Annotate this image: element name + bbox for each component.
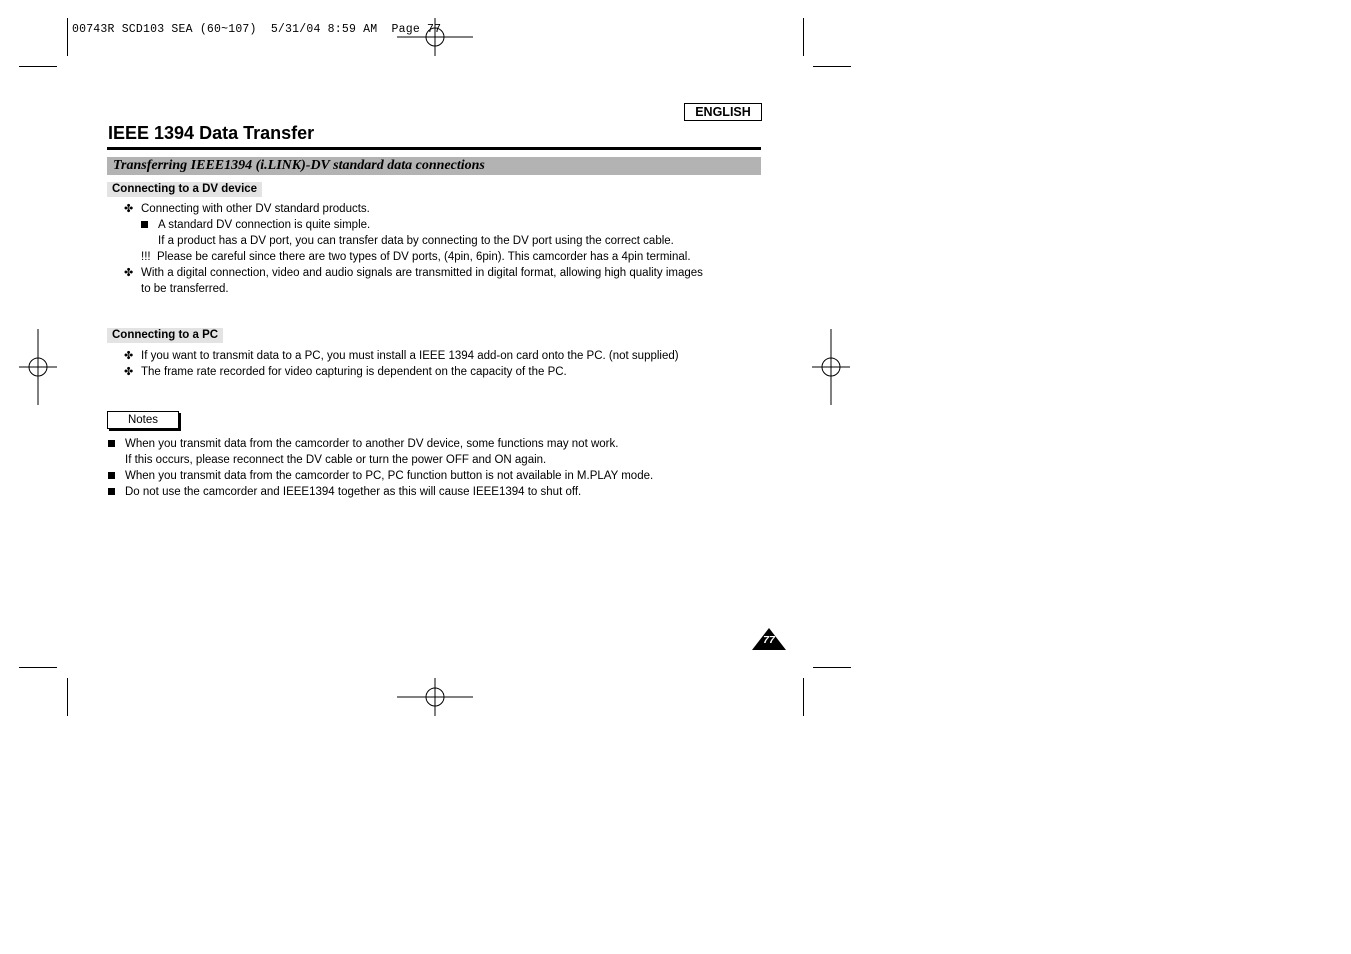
page-number: 77 bbox=[763, 634, 775, 646]
notes-label: Notes bbox=[107, 411, 179, 429]
registration-mark-icon bbox=[397, 18, 473, 56]
language-badge: ENGLISH bbox=[684, 103, 762, 121]
dv-section-heading: Connecting to a DV device bbox=[107, 182, 263, 197]
square-bullet-icon bbox=[108, 488, 115, 495]
section-title: Transferring IEEE1394 (i.LINK)-DV standa… bbox=[113, 158, 485, 173]
cross-bullet-icon: ✤ bbox=[124, 366, 134, 378]
print-header-meta: 00743R SCD103 SEA (60~107) 5/31/04 8:59 … bbox=[72, 23, 442, 36]
pc-section-heading: Connecting to a PC bbox=[107, 328, 224, 343]
dv-line: If a product has a DV port, you can tran… bbox=[158, 235, 674, 247]
title-rule bbox=[107, 147, 761, 150]
crop-mark bbox=[813, 667, 851, 668]
note-line: When you transmit data from the camcorde… bbox=[125, 470, 654, 482]
section-title-bar: Transferring IEEE1394 (i.LINK)-DV standa… bbox=[107, 157, 761, 175]
note-line: When you transmit data from the camcorde… bbox=[125, 438, 619, 450]
cross-bullet-icon: ✤ bbox=[124, 203, 134, 215]
pc-line: The frame rate recorded for video captur… bbox=[141, 366, 567, 378]
crop-mark bbox=[19, 66, 57, 67]
cross-bullet-icon: ✤ bbox=[124, 350, 134, 362]
crop-mark bbox=[803, 678, 804, 716]
page-title: IEEE 1394 Data Transfer bbox=[108, 123, 315, 143]
crop-mark bbox=[67, 18, 68, 56]
note-line: If this occurs, please reconnect the DV … bbox=[125, 454, 547, 466]
crop-mark bbox=[19, 667, 57, 668]
registration-mark-icon bbox=[19, 329, 57, 405]
square-bullet-icon bbox=[108, 472, 115, 479]
cross-bullet-icon: ✤ bbox=[124, 267, 134, 279]
note-line: Do not use the camcorder and IEEE1394 to… bbox=[125, 486, 582, 498]
square-bullet-icon bbox=[108, 440, 115, 447]
dv-line: With a digital connection, video and aud… bbox=[141, 267, 703, 279]
crop-mark bbox=[803, 18, 804, 56]
dv-line: Connecting with other DV standard produc… bbox=[141, 203, 370, 215]
square-bullet-icon bbox=[141, 221, 148, 228]
pc-line: If you want to transmit data to a PC, yo… bbox=[141, 350, 679, 362]
registration-mark-icon bbox=[397, 678, 473, 716]
registration-mark-icon bbox=[812, 329, 850, 405]
dv-line: A standard DV connection is quite simple… bbox=[158, 219, 371, 231]
crop-mark bbox=[67, 678, 68, 716]
dv-line: to be transferred. bbox=[141, 283, 229, 295]
crop-mark bbox=[813, 66, 851, 67]
warning-marker: !!! bbox=[141, 251, 151, 263]
dv-line: Please be careful since there are two ty… bbox=[157, 251, 691, 263]
